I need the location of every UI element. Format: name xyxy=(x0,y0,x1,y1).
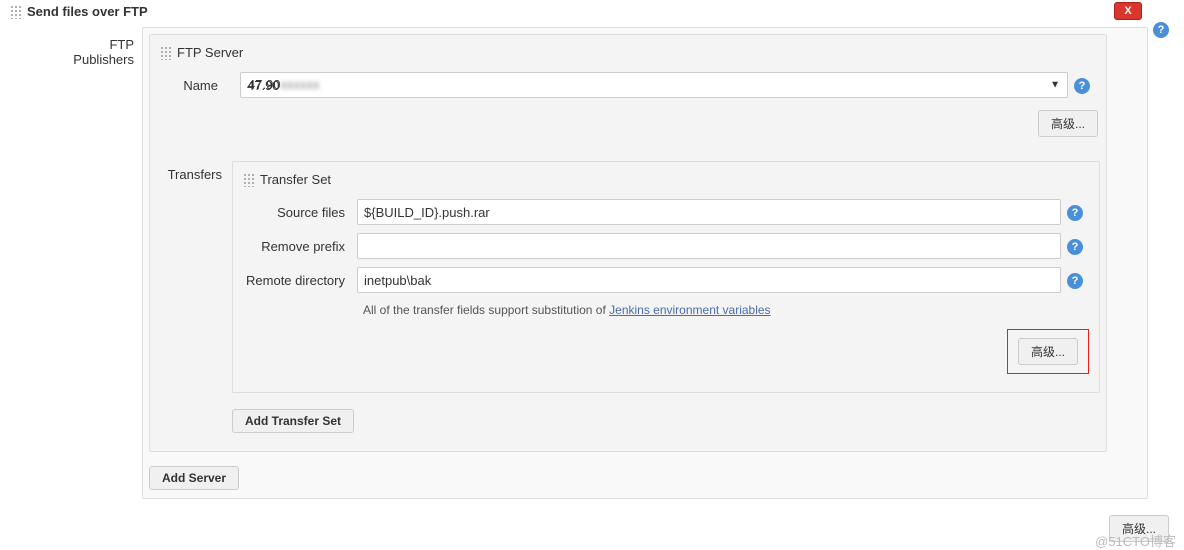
section-header: Send files over FTP xyxy=(0,0,1184,27)
transfer-set-advanced-button[interactable]: 高级... xyxy=(1018,338,1078,365)
bottom-advanced-button[interactable]: 高级... xyxy=(1109,515,1169,542)
source-files-input[interactable] xyxy=(357,199,1061,225)
help-icon[interactable]: ? xyxy=(1074,78,1090,94)
ftp-server-title: FTP Server xyxy=(177,45,243,60)
ftp-server-advanced-button[interactable]: 高级... xyxy=(1038,110,1098,137)
drag-handle-icon[interactable] xyxy=(160,46,171,60)
remove-prefix-label: Remove prefix xyxy=(245,239,357,254)
name-label: Name xyxy=(162,78,240,93)
transfer-set-box: Transfer Set Source files ? Remove pr xyxy=(232,161,1100,393)
help-icon[interactable]: ? xyxy=(1067,239,1083,255)
add-transfer-set-button[interactable]: Add Transfer Set xyxy=(232,409,354,433)
remote-directory-input[interactable] xyxy=(357,267,1061,293)
transfers-label: Transfers xyxy=(156,161,232,182)
drag-handle-icon[interactable] xyxy=(10,5,21,19)
jenkins-env-vars-link[interactable]: Jenkins environment variables xyxy=(609,303,770,317)
transfer-set-title: Transfer Set xyxy=(260,172,331,187)
ftp-publishers-label: FTP Publishers xyxy=(48,27,142,67)
remove-prefix-input[interactable] xyxy=(357,233,1061,259)
add-server-button[interactable]: Add Server xyxy=(149,466,239,490)
drag-handle-icon[interactable] xyxy=(243,173,254,187)
ftp-server-box: FTP Server Name 47.90 ▼ 47.90xxxxxx xyxy=(149,34,1107,452)
advanced-highlight: 高级... xyxy=(1007,329,1089,374)
help-icon[interactable]: ? xyxy=(1067,205,1083,221)
source-files-label: Source files xyxy=(245,205,357,220)
section-title: Send files over FTP xyxy=(27,4,148,19)
substitution-note: All of the transfer fields support subst… xyxy=(239,297,1093,321)
ftp-publishers-panel: FTP Server Name 47.90 ▼ 47.90xxxxxx xyxy=(142,27,1148,499)
close-button[interactable]: X xyxy=(1114,2,1142,20)
remote-directory-label: Remote directory xyxy=(245,273,357,288)
ftp-server-name-select[interactable]: 47.90 xyxy=(240,72,1068,98)
help-icon[interactable]: ? xyxy=(1067,273,1083,289)
help-icon[interactable]: ? xyxy=(1153,22,1169,38)
